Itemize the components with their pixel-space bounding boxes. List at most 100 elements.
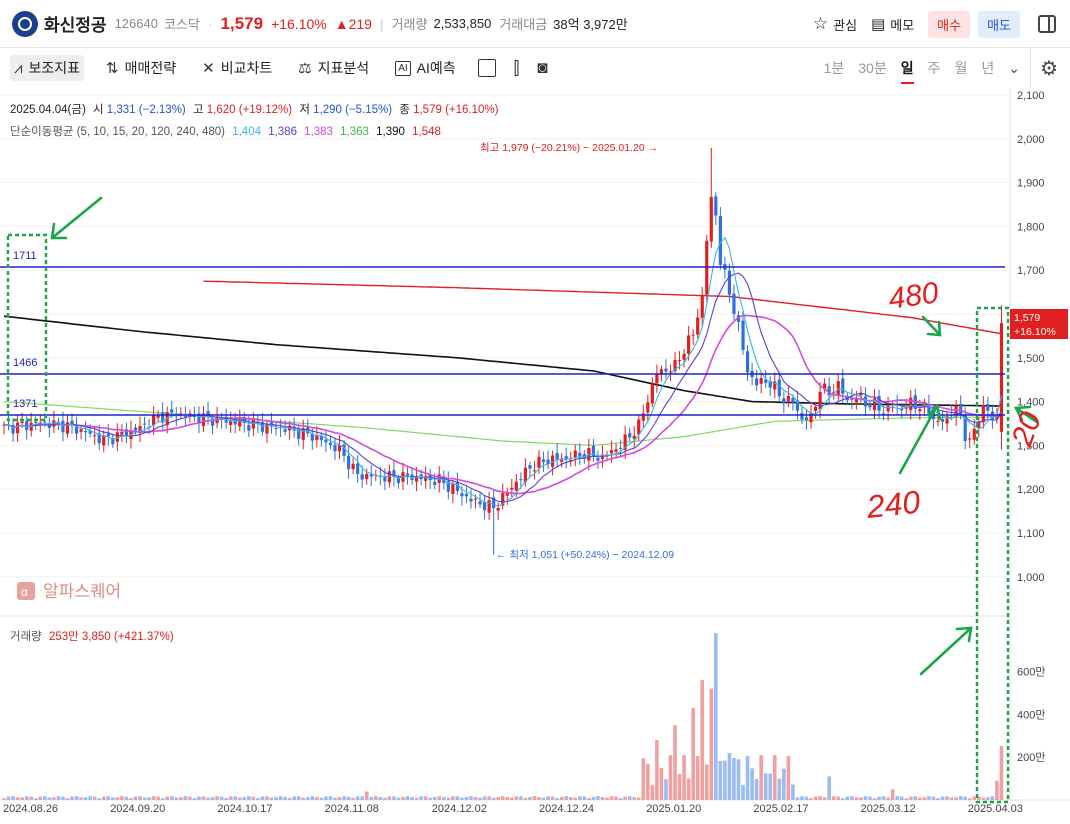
price-tick: 2,000 (1017, 134, 1045, 146)
candle-body (614, 449, 618, 452)
volume-bar (233, 796, 238, 800)
volume-bar (346, 796, 351, 800)
volume-bar (47, 797, 52, 800)
indicators-button[interactable]: ⩘ 보조지표 (10, 55, 84, 81)
candle-body (328, 442, 333, 445)
memo-button[interactable]: ▤ 메모 (871, 15, 914, 34)
volume-bar (301, 797, 306, 800)
volume-bar (237, 797, 242, 800)
volume-bar (890, 789, 895, 800)
ma-info-label: 단순이동평균 (5, 10, 15, 20, 120, 240, 480) (10, 126, 226, 138)
volume-bar (469, 796, 473, 800)
volume-bar (650, 785, 655, 800)
volume-bar (568, 797, 573, 800)
volume-bar (922, 797, 927, 800)
compare-button[interactable]: ✕ 비교차트 (198, 55, 276, 81)
volume-bar (913, 796, 918, 800)
volume-bar (169, 796, 174, 800)
candle-body (759, 377, 763, 384)
ma-value: 1,390 (372, 126, 405, 138)
candle-body (43, 421, 47, 423)
high-value: 1,620 (+19.12%) (206, 104, 293, 116)
marker-box-right (975, 306, 1010, 804)
strategy-button[interactable]: ⇅ 매매전략 (102, 55, 180, 81)
volume-bar (491, 797, 496, 800)
square-icon[interactable] (477, 59, 496, 77)
candle-body (541, 459, 546, 463)
chevron-down-icon[interactable]: ⌄ (1008, 60, 1020, 77)
period-month[interactable]: 월 (954, 58, 967, 78)
candle-body (319, 436, 323, 441)
watchlist-button[interactable]: ☆ 관심 (813, 14, 857, 34)
volume-bar (523, 797, 528, 800)
candle-body (700, 295, 704, 318)
volume-bar (954, 797, 958, 800)
volume-bar (641, 758, 646, 800)
volume-bar (265, 796, 269, 800)
analysis-icon: ⚖ (298, 60, 312, 77)
volume-info: 거래량 253만 3,850 (+421.37%) (10, 628, 174, 644)
volume-bar (795, 797, 800, 800)
volume-bar (591, 796, 596, 800)
strategy-label: 매매전략 (124, 60, 177, 76)
volume-bar (151, 796, 156, 800)
volume-bar (478, 797, 482, 800)
volume-bar (800, 796, 804, 800)
period-30min[interactable]: 30분 (858, 58, 886, 78)
volume-bar (319, 797, 324, 800)
candle-body (632, 435, 636, 439)
volume-bar (736, 759, 741, 800)
period-week[interactable]: 주 (928, 58, 941, 78)
volume-bar (197, 796, 201, 800)
analysis-button[interactable]: ⚖ 지표분석 (294, 55, 373, 81)
volume-bar (455, 796, 460, 800)
volume-bar (61, 796, 65, 800)
candle-body (718, 216, 722, 265)
gear-icon[interactable]: ⚙ (1040, 56, 1058, 81)
volume-bar (464, 796, 469, 800)
buy-button[interactable]: 매수 (928, 10, 971, 38)
volume-bar (813, 796, 818, 800)
stock-name: 화신정공 (44, 16, 107, 35)
candle-body (482, 502, 487, 511)
analysis-label: 지표분석 (317, 60, 370, 76)
price-chart[interactable]: 2,1002,0001,9001,8001,7001,6001,5001,400… (0, 88, 1070, 824)
period-year[interactable]: 년 (981, 58, 994, 78)
separator: · (207, 15, 213, 32)
volume-bar (505, 797, 510, 800)
candle-body (755, 378, 759, 386)
candle-body (555, 453, 559, 460)
candle-body (786, 395, 790, 402)
market-name: 코스닥 (163, 17, 200, 32)
volume-bar (460, 797, 464, 800)
date-tick: 2024.10.17 (217, 803, 272, 815)
price-tick: 1,200 (1017, 484, 1045, 496)
price-tick: 1,700 (1017, 265, 1045, 277)
volume-bar (718, 760, 723, 800)
volume-bar (840, 798, 845, 800)
period-1min[interactable]: 1분 (824, 58, 845, 78)
candle-body (251, 419, 255, 429)
candle-body (460, 493, 464, 497)
price-tick: 2,100 (1017, 90, 1045, 102)
volume-bar (101, 796, 106, 800)
volume-bar (179, 797, 183, 800)
indicators-label: 보조지표 (28, 60, 80, 76)
volume-bar (995, 780, 999, 800)
candle-body (528, 465, 532, 469)
volume-bar (500, 796, 505, 800)
volume-bar (437, 796, 442, 800)
volume-bar (704, 764, 709, 800)
sell-button[interactable]: 매도 (978, 10, 1020, 38)
candle-body (34, 421, 38, 423)
period-day[interactable]: 일 (900, 58, 914, 84)
side-panel-toggle-icon[interactable] (1038, 15, 1056, 33)
volume-bar (364, 791, 369, 800)
price-tick: 1,800 (1017, 221, 1045, 233)
candle-type-icon[interactable]: ⫿ (514, 58, 520, 79)
volume-bar (15, 797, 20, 800)
ai-predict-button[interactable]: AI AI예측 (391, 55, 459, 81)
camera-icon[interactable]: ◙ (537, 58, 547, 78)
volume-bar (809, 798, 813, 800)
volume-bar (804, 796, 809, 800)
